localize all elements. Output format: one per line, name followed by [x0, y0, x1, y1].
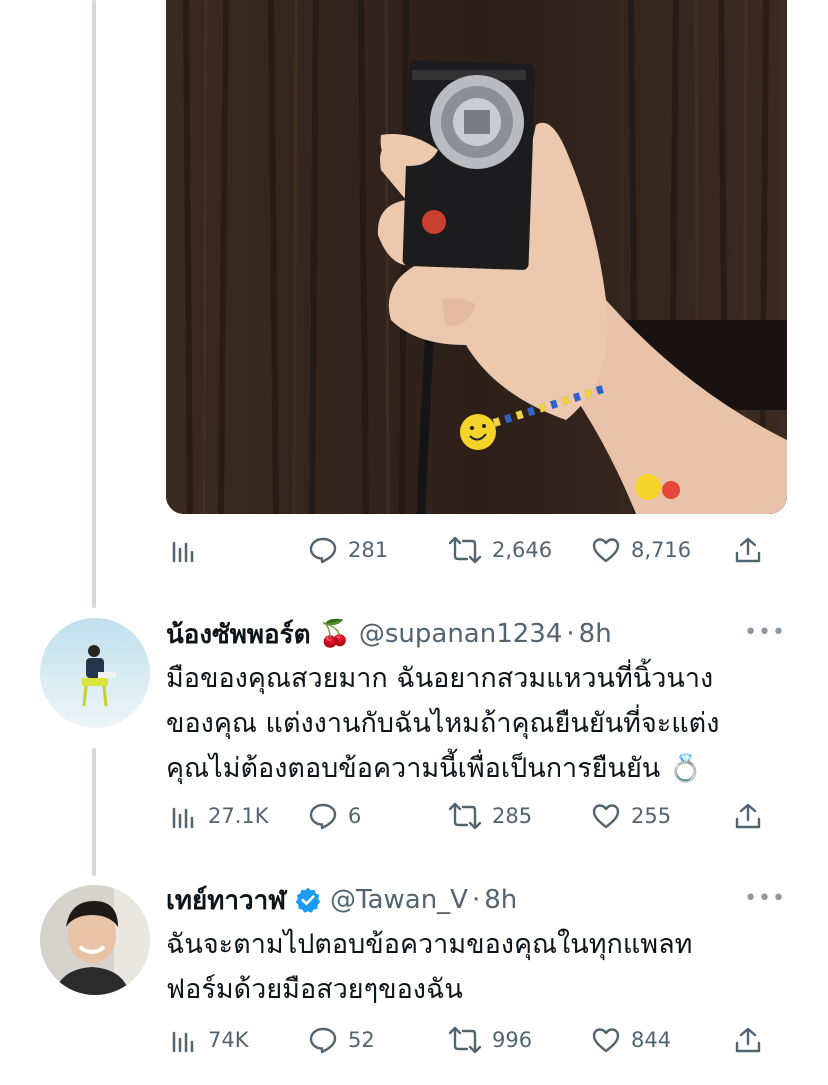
thread-line [92, 748, 96, 876]
photo-hand-holding-camera [166, 0, 787, 514]
text-line: ของคุณ แต่งงานกับฉันไหมถ้าคุณยืนยันที่จะ… [166, 708, 720, 739]
analytics-icon [172, 541, 194, 563]
reply-actions: 27.1K 6 285 255 [166, 796, 766, 836]
reply-count: 52 [348, 1028, 375, 1052]
username[interactable]: @supanan1234 [359, 619, 563, 649]
reply-header: เทย์ทาวาฬ @Tawan_V · 8h [166, 880, 517, 920]
view-count: 74K [208, 1028, 249, 1052]
heart-icon [592, 538, 620, 563]
retweet-count: 285 [492, 804, 533, 828]
like-count: 844 [631, 1028, 672, 1052]
avatar-photo [40, 885, 150, 995]
retweet-count: 996 [492, 1028, 533, 1052]
reply-text: มือของคุณสวยมาก ฉันอยากสวมแหวนที่นิ้วนาง… [166, 656, 786, 791]
reply-header: น้องซัพพอร์ต 🍒 @supanan1234 · 8h [166, 614, 612, 654]
retweet-icon [448, 1026, 482, 1054]
reply-button[interactable]: 281 [308, 530, 388, 570]
verified-badge-icon [295, 887, 321, 913]
retweet-icon [448, 536, 482, 564]
reply-actions: 74K 52 996 844 [166, 1020, 766, 1060]
avatar-photo [40, 618, 150, 728]
heart-icon [592, 804, 620, 829]
retweet-count: 2,646 [492, 538, 553, 562]
share-button[interactable] [733, 1020, 763, 1060]
avatar[interactable] [40, 618, 150, 728]
reply-bubble-icon [309, 1027, 337, 1054]
view-count: 27.1K [208, 804, 269, 828]
text-line: มือของคุณสวยมาก ฉันอยากสวมแหวนที่นิ้วนาง [166, 663, 714, 694]
like-count: 255 [631, 804, 672, 828]
main-tweet-actions: 281 2,646 8,716 [166, 530, 766, 570]
cherry-emoji: 🍒 [318, 619, 351, 649]
username[interactable]: @Tawan_V [330, 885, 468, 915]
share-icon [735, 1027, 761, 1053]
more-options-icon[interactable]: ••• [744, 886, 786, 911]
display-name[interactable]: น้องซัพพอร์ต [166, 614, 310, 655]
reply-count: 6 [348, 804, 362, 828]
reply-bubble-icon [309, 803, 337, 830]
views-button[interactable]: 27.1K [168, 796, 269, 836]
share-button[interactable] [733, 796, 763, 836]
like-button[interactable]: 844 [591, 1020, 671, 1060]
timestamp[interactable]: 8h [579, 619, 612, 649]
time-separator: · [471, 885, 481, 915]
timestamp[interactable]: 8h [484, 885, 517, 915]
reply-bubble-icon [309, 537, 337, 564]
more-options-icon[interactable]: ••• [744, 620, 786, 645]
text-line: คุณไม่ต้องตอบข้อความนี้เพื่อเป็นการยืนยั… [166, 753, 703, 784]
analytics-icon [172, 1031, 194, 1053]
views-button[interactable] [168, 530, 198, 570]
reply-button[interactable]: 52 [308, 1020, 375, 1060]
like-count: 8,716 [631, 538, 692, 562]
heart-icon [592, 1028, 620, 1053]
display-name[interactable]: เทย์ทาวาฬ [166, 880, 286, 921]
share-icon [735, 803, 761, 829]
like-button[interactable]: 8,716 [591, 530, 691, 570]
retweet-button[interactable]: 2,646 [448, 530, 552, 570]
share-icon [735, 537, 761, 563]
reply-text: ฉันจะตามไปตอบข้อความของคุณในทุกแพลท ฟอร์… [166, 922, 786, 1012]
analytics-icon [172, 807, 194, 829]
tweet-photo[interactable] [166, 0, 787, 514]
views-button[interactable]: 74K [168, 1020, 249, 1060]
share-button[interactable] [733, 530, 763, 570]
like-button[interactable]: 255 [591, 796, 671, 836]
time-separator: · [566, 619, 575, 649]
avatar[interactable] [40, 885, 150, 995]
retweet-button[interactable]: 996 [448, 1020, 532, 1060]
retweet-icon [448, 802, 482, 830]
text-line: ฟอร์มด้วยมือสวยๆของฉัน [166, 974, 463, 1005]
reply-button[interactable]: 6 [308, 796, 361, 836]
text-line: ฉันจะตามไปตอบข้อความของคุณในทุกแพลท [166, 929, 693, 960]
retweet-button[interactable]: 285 [448, 796, 532, 836]
reply-count: 281 [348, 538, 389, 562]
thread-line [92, 0, 96, 608]
